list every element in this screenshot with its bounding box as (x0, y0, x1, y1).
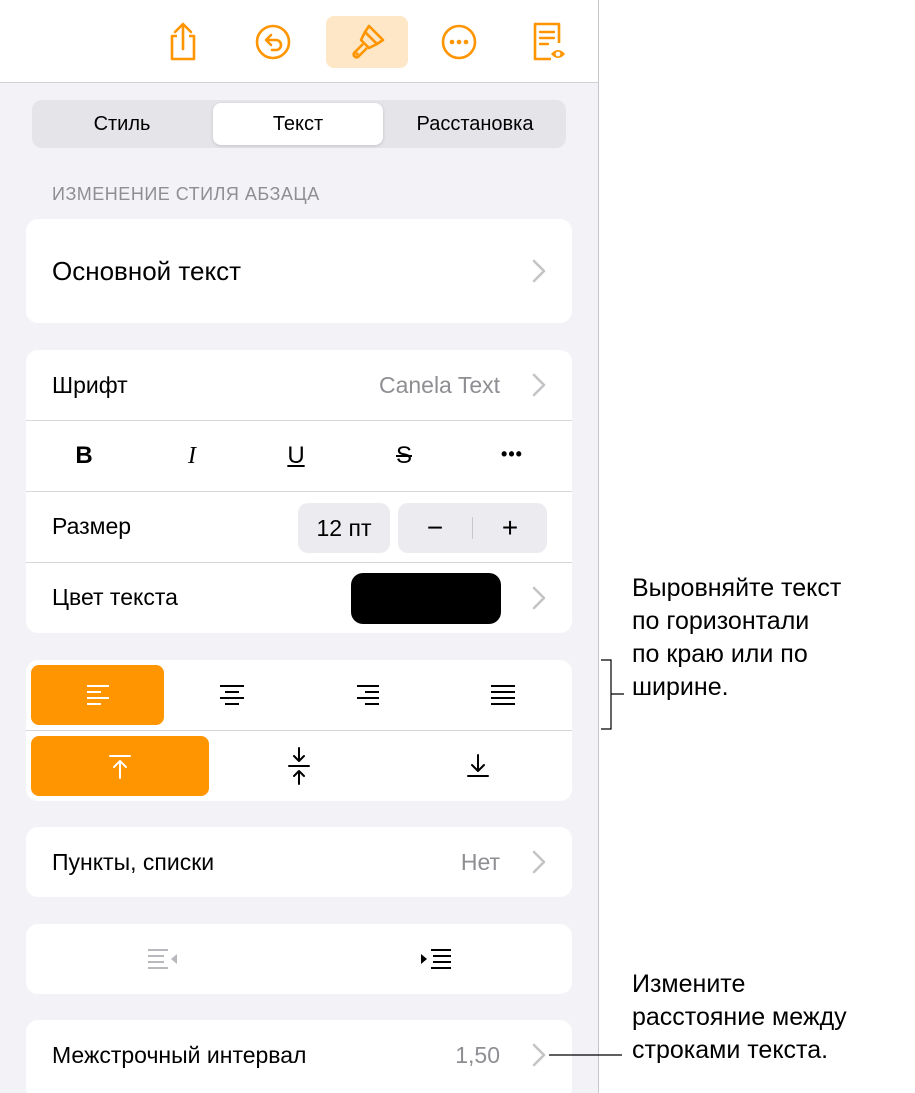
callout-line: по краю или по (632, 640, 808, 668)
callout-line: Выровняйте текст (632, 574, 842, 602)
alignment-bracket (601, 659, 624, 730)
callout-line: ширине. (632, 673, 729, 701)
callout-line: расстояние между (632, 1003, 847, 1031)
alignment-callout: Выровняйте текст по горизонтали по краю … (632, 572, 841, 704)
callout-line: строками текста. (632, 1036, 829, 1064)
callout-lines (549, 659, 624, 1056)
spacing-callout: Измените расстояние между строками текст… (632, 968, 847, 1067)
callout-line: Измените (632, 970, 746, 998)
callout-line: по горизонтали (632, 607, 810, 635)
